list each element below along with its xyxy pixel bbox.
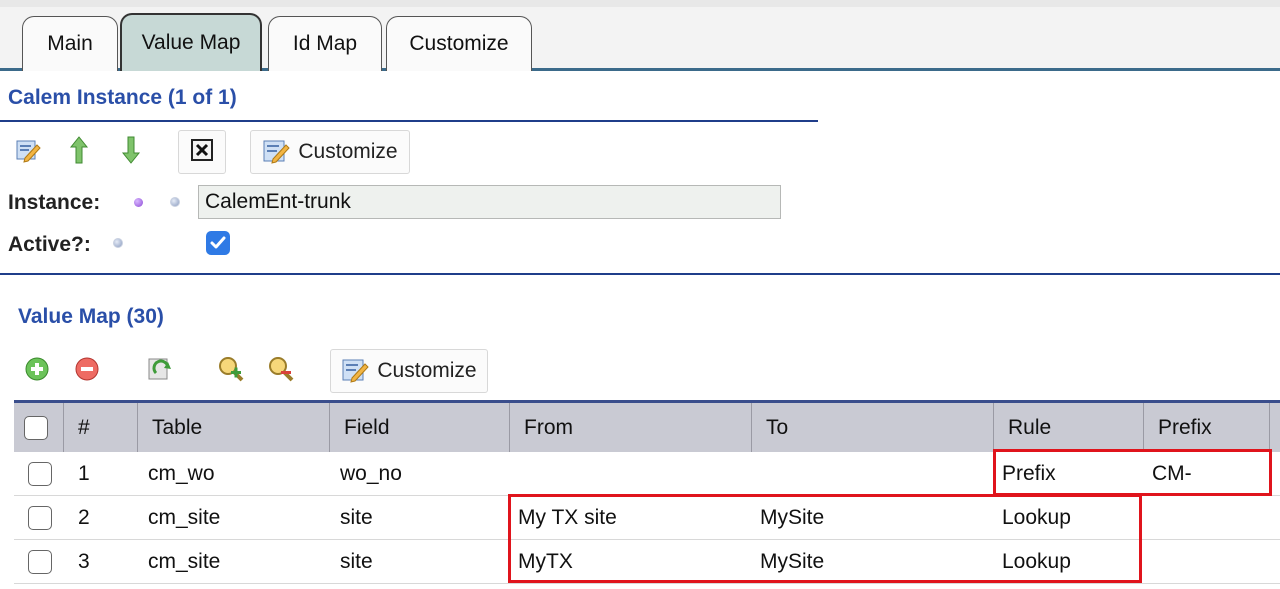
column-header-prefix[interactable]: Prefix (1144, 403, 1270, 452)
tab-value-map[interactable]: Value Map (120, 13, 262, 71)
row-rule[interactable]: Lookup (988, 496, 1138, 540)
instance-toolbar: Customize (4, 130, 424, 174)
active-label: Active?: (8, 233, 91, 256)
tab-bar: Main Value Map Id Map Customize (0, 7, 1280, 71)
table-row[interactable]: 3 cm_site site MyTX MySite Lookup (14, 540, 1280, 584)
row-to[interactable]: MySite (746, 496, 988, 540)
zoom-in-button[interactable] (208, 349, 254, 393)
select-all-checkbox[interactable] (24, 415, 48, 440)
row-table[interactable]: cm_site (134, 540, 326, 584)
instance-section-title: Calem Instance (1 of 1) (8, 86, 237, 109)
select-all-cell (14, 403, 64, 452)
row-prefix[interactable] (1138, 540, 1264, 584)
required-indicator-icon (134, 198, 143, 207)
column-header-rule[interactable]: Rule (994, 403, 1144, 452)
row-field[interactable]: site (326, 540, 506, 584)
edit-button[interactable] (4, 130, 52, 174)
active-checkbox[interactable] (206, 231, 230, 255)
value-map-toolbar: Customize (14, 349, 494, 393)
tab-customize[interactable]: Customize (386, 16, 532, 71)
zoom-out-button[interactable] (258, 349, 304, 393)
customize-icon (341, 355, 370, 388)
column-header-number[interactable]: # (64, 403, 138, 452)
zoom-out-icon (267, 355, 295, 388)
row-to[interactable] (746, 452, 988, 496)
close-icon (190, 138, 214, 167)
value-map-section-title: Value Map (30) (18, 305, 164, 328)
row-checkbox[interactable] (28, 550, 52, 574)
table-row[interactable]: 1 cm_wo wo_no Prefix CM- (14, 452, 1280, 496)
row-number: 3 (78, 550, 90, 573)
column-header-from[interactable]: From (510, 403, 752, 452)
row-prefix[interactable]: CM- (1138, 452, 1264, 496)
row-rule[interactable]: Lookup (988, 540, 1138, 584)
column-header-table[interactable]: Table (138, 403, 330, 452)
table-row[interactable]: 2 cm_site site My TX site MySite Lookup (14, 496, 1280, 540)
row-from[interactable]: MyTX (504, 540, 746, 584)
tab-main[interactable]: Main (22, 16, 118, 71)
row-checkbox[interactable] (28, 462, 52, 486)
row-number: 2 (78, 506, 90, 529)
instance-label: Instance: (8, 191, 101, 214)
instance-field[interactable] (198, 185, 781, 219)
instance-customize-button[interactable]: Customize (250, 130, 410, 174)
info-icon[interactable] (170, 197, 180, 207)
value-map-customize-button[interactable]: Customize (330, 349, 488, 393)
row-from[interactable]: My TX site (504, 496, 746, 540)
add-row-button[interactable] (14, 349, 60, 393)
customize-icon (262, 136, 291, 169)
column-header-field[interactable]: Field (330, 403, 510, 452)
row-checkbox[interactable] (28, 506, 52, 530)
arrow-down-icon (121, 135, 141, 170)
instance-customize-label: Customize (298, 140, 398, 163)
refresh-icon (146, 355, 174, 388)
remove-row-button[interactable] (64, 349, 110, 393)
row-table[interactable]: cm_site (134, 496, 326, 540)
active-info-icon[interactable] (113, 238, 123, 248)
arrow-up-icon (69, 135, 89, 170)
zoom-in-icon (217, 355, 245, 388)
row-table[interactable]: cm_wo (134, 452, 326, 496)
top-strip (0, 0, 1280, 7)
row-prefix[interactable] (1138, 496, 1264, 540)
move-down-button[interactable] (108, 130, 154, 174)
row-to[interactable]: MySite (746, 540, 988, 584)
refresh-button[interactable] (136, 349, 184, 393)
row-number: 1 (78, 462, 90, 485)
move-up-button[interactable] (56, 130, 102, 174)
edit-icon (15, 137, 41, 168)
section-divider (0, 273, 1280, 275)
row-from[interactable] (504, 452, 746, 496)
column-header-to[interactable]: To (752, 403, 994, 452)
tab-id-map[interactable]: Id Map (268, 16, 382, 71)
remove-icon (74, 356, 100, 387)
row-rule[interactable]: Prefix (988, 452, 1138, 496)
checkmark-icon (210, 236, 226, 249)
instance-divider (0, 120, 818, 122)
add-icon (24, 356, 50, 387)
row-field[interactable]: wo_no (326, 452, 506, 496)
row-field[interactable]: site (326, 496, 506, 540)
value-map-customize-label: Customize (377, 359, 477, 382)
close-button[interactable] (178, 130, 226, 174)
grid-header: # Table Field From To Rule Prefix (14, 400, 1280, 452)
